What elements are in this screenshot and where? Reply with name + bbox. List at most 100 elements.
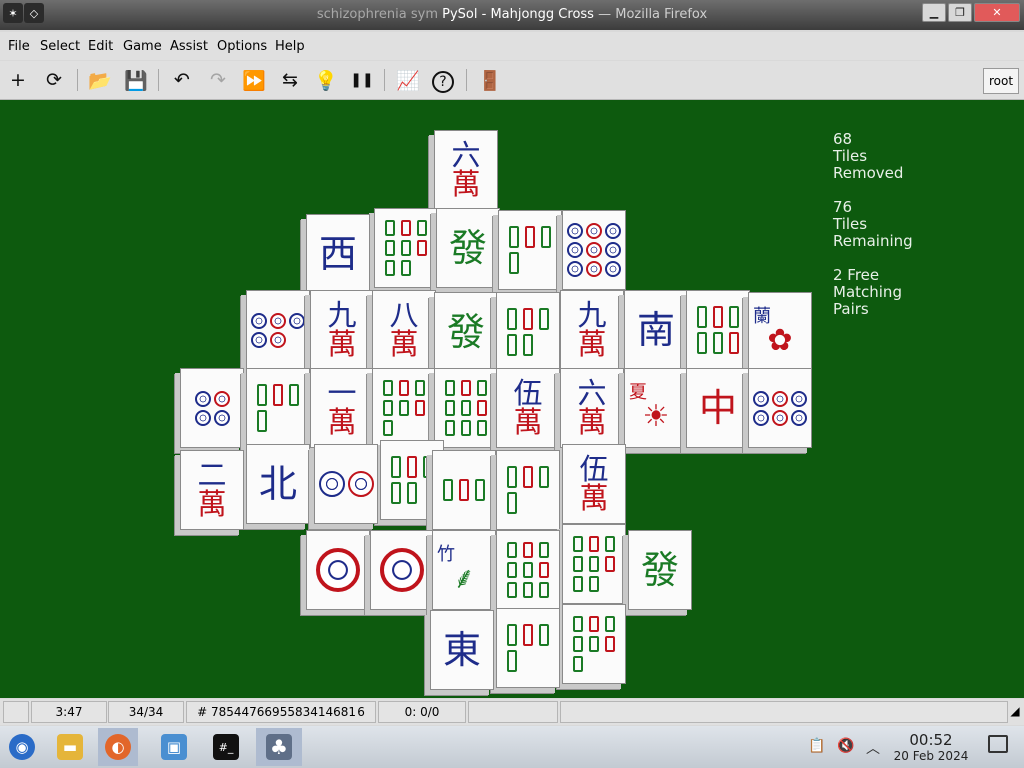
mahjong-tile[interactable]	[370, 530, 434, 610]
menu-edit[interactable]: Edit	[88, 39, 113, 54]
mahjong-tile[interactable]	[748, 368, 812, 448]
mahjong-tile[interactable]: 竹 ⸙	[432, 530, 496, 610]
taskbar-files[interactable]: ▬	[50, 728, 90, 766]
bamboo-stick	[509, 226, 519, 248]
mahjong-tile[interactable]	[314, 444, 378, 524]
bamboo-stick	[507, 492, 517, 514]
bamboo-stick	[383, 420, 393, 436]
bamboo-stick	[605, 536, 615, 552]
mahjong-tile[interactable]: 二萬	[180, 450, 244, 530]
quit-icon[interactable]: 🚪	[478, 68, 502, 92]
mahjong-tile[interactable]: 發	[434, 292, 498, 372]
menu-options[interactable]: Options	[217, 39, 267, 54]
clipboard-icon[interactable]: 📋	[808, 738, 825, 754]
toolbar: + ⟳ 📂 💾 ↶ ↷ ⏩ ⇆ 💡 ❚❚ 📈 ? 🚪 root	[0, 61, 1024, 100]
autodrop-icon[interactable]: ⏩	[242, 68, 266, 92]
taskbar-system[interactable]: ▣	[154, 728, 194, 766]
mahjong-tile[interactable]: 伍萬	[562, 444, 626, 524]
menu-assist[interactable]: Assist	[170, 39, 208, 54]
hint-icon[interactable]: 💡	[314, 68, 338, 92]
tile-numeral: 伍	[513, 376, 543, 410]
bamboo-stick	[461, 380, 471, 396]
mahjong-tile[interactable]	[434, 368, 498, 448]
mahjong-tile[interactable]: 中	[686, 368, 750, 448]
mahjong-tile[interactable]	[686, 290, 750, 370]
mahjong-tile[interactable]	[496, 530, 560, 610]
wind-character: 北	[258, 462, 297, 506]
mahjong-tile[interactable]	[562, 210, 626, 290]
mahjong-tile[interactable]	[246, 368, 310, 448]
bamboo-stick	[477, 380, 487, 396]
mahjong-tile[interactable]	[496, 608, 560, 688]
mahjong-tile[interactable]: 北	[246, 444, 310, 524]
clock[interactable]: 00:52 20 Feb 2024	[886, 732, 976, 764]
chevron-up-icon[interactable]: ︿	[866, 738, 880, 758]
resize-grip-icon[interactable]: ◢	[1010, 701, 1020, 721]
save-icon[interactable]: 💾	[124, 68, 148, 92]
menu-help[interactable]: Help	[275, 39, 305, 54]
bamboo-stick	[415, 400, 425, 416]
bamboo-stick	[729, 332, 739, 354]
mahjong-tile[interactable]	[180, 368, 244, 448]
mahjong-tile[interactable]	[372, 368, 436, 448]
rules-icon[interactable]: ?	[432, 71, 454, 93]
bamboo-stick	[573, 616, 583, 632]
redo-icon[interactable]: ↷	[206, 68, 230, 92]
pause-icon[interactable]: ❚❚	[350, 68, 374, 92]
dragon-character: 發	[448, 226, 487, 270]
bamboo-stick	[383, 380, 393, 396]
mahjong-tile[interactable]	[374, 208, 438, 288]
taskbar-terminal[interactable]: #_	[206, 728, 246, 766]
mahjong-tile[interactable]	[496, 292, 560, 372]
mahjong-tile[interactable]	[246, 290, 310, 370]
mahjong-tile[interactable]: 南	[624, 290, 688, 370]
shuffle-icon[interactable]: ⇆	[278, 68, 302, 92]
start-button[interactable]: ◉	[2, 728, 42, 766]
show-desktop-icon[interactable]	[988, 735, 1008, 753]
mahjong-tile[interactable]	[562, 524, 626, 604]
open-icon[interactable]: 📂	[88, 68, 112, 92]
menu-select[interactable]: Select	[40, 39, 80, 54]
mahjong-tile[interactable]: 九萬	[560, 290, 624, 370]
menu-file[interactable]: File	[8, 39, 30, 54]
undo-icon[interactable]: ↶	[170, 68, 194, 92]
mahjong-tile[interactable]: 六萬	[434, 130, 498, 210]
mahjong-tile[interactable]: 九萬	[310, 290, 374, 370]
bamboo-stick	[461, 420, 471, 436]
bamboo-stick	[523, 308, 533, 330]
mahjong-tile[interactable]: 發	[628, 530, 692, 610]
mahjong-tile[interactable]: 伍萬	[496, 368, 560, 448]
maximize-button[interactable]: ❐	[948, 3, 972, 22]
mahjong-tile[interactable]: 夏 ☀	[624, 368, 688, 448]
bamboo-stick	[383, 400, 393, 416]
mahjong-tile[interactable]: 一萬	[310, 368, 374, 448]
new-game-icon[interactable]: +	[6, 68, 30, 92]
bamboo-sticks	[443, 479, 485, 501]
mahjong-tile[interactable]: 發	[436, 208, 500, 288]
restart-icon[interactable]: ⟳	[42, 68, 66, 92]
statistics-icon[interactable]: 📈	[396, 68, 420, 92]
taskbar-pysol[interactable]: ♣	[256, 728, 302, 766]
mahjong-tile[interactable]: 東	[430, 610, 494, 690]
taskbar-firefox[interactable]: ◐	[98, 728, 138, 766]
firefox-icon: ◐	[105, 734, 131, 760]
mahjong-tile[interactable]: 六萬	[560, 368, 624, 448]
mahjong-tile[interactable]	[306, 530, 370, 610]
menu-game[interactable]: Game	[123, 39, 162, 54]
bamboo-stick	[573, 636, 583, 652]
mahjong-tile[interactable]	[496, 450, 560, 530]
mahjong-tile[interactable]	[432, 450, 496, 530]
circle-dot	[586, 223, 602, 239]
mahjong-tile[interactable]: 西	[306, 214, 370, 294]
close-button[interactable]: ✕	[974, 3, 1020, 22]
mahjong-tile[interactable]	[562, 604, 626, 684]
bamboo-stick	[507, 562, 517, 578]
bamboo-stick	[385, 260, 395, 276]
circle-dot	[270, 312, 286, 329]
mahjong-tile[interactable]: 八萬	[372, 290, 436, 370]
bamboo-plant-icon: ⸙	[452, 561, 476, 596]
mahjong-tile[interactable]	[498, 210, 562, 290]
volume-muted-icon[interactable]: 🔇	[837, 738, 854, 754]
mahjong-tile[interactable]: 蘭 ✿	[748, 292, 812, 372]
minimize-button[interactable]: ▁	[922, 3, 946, 22]
